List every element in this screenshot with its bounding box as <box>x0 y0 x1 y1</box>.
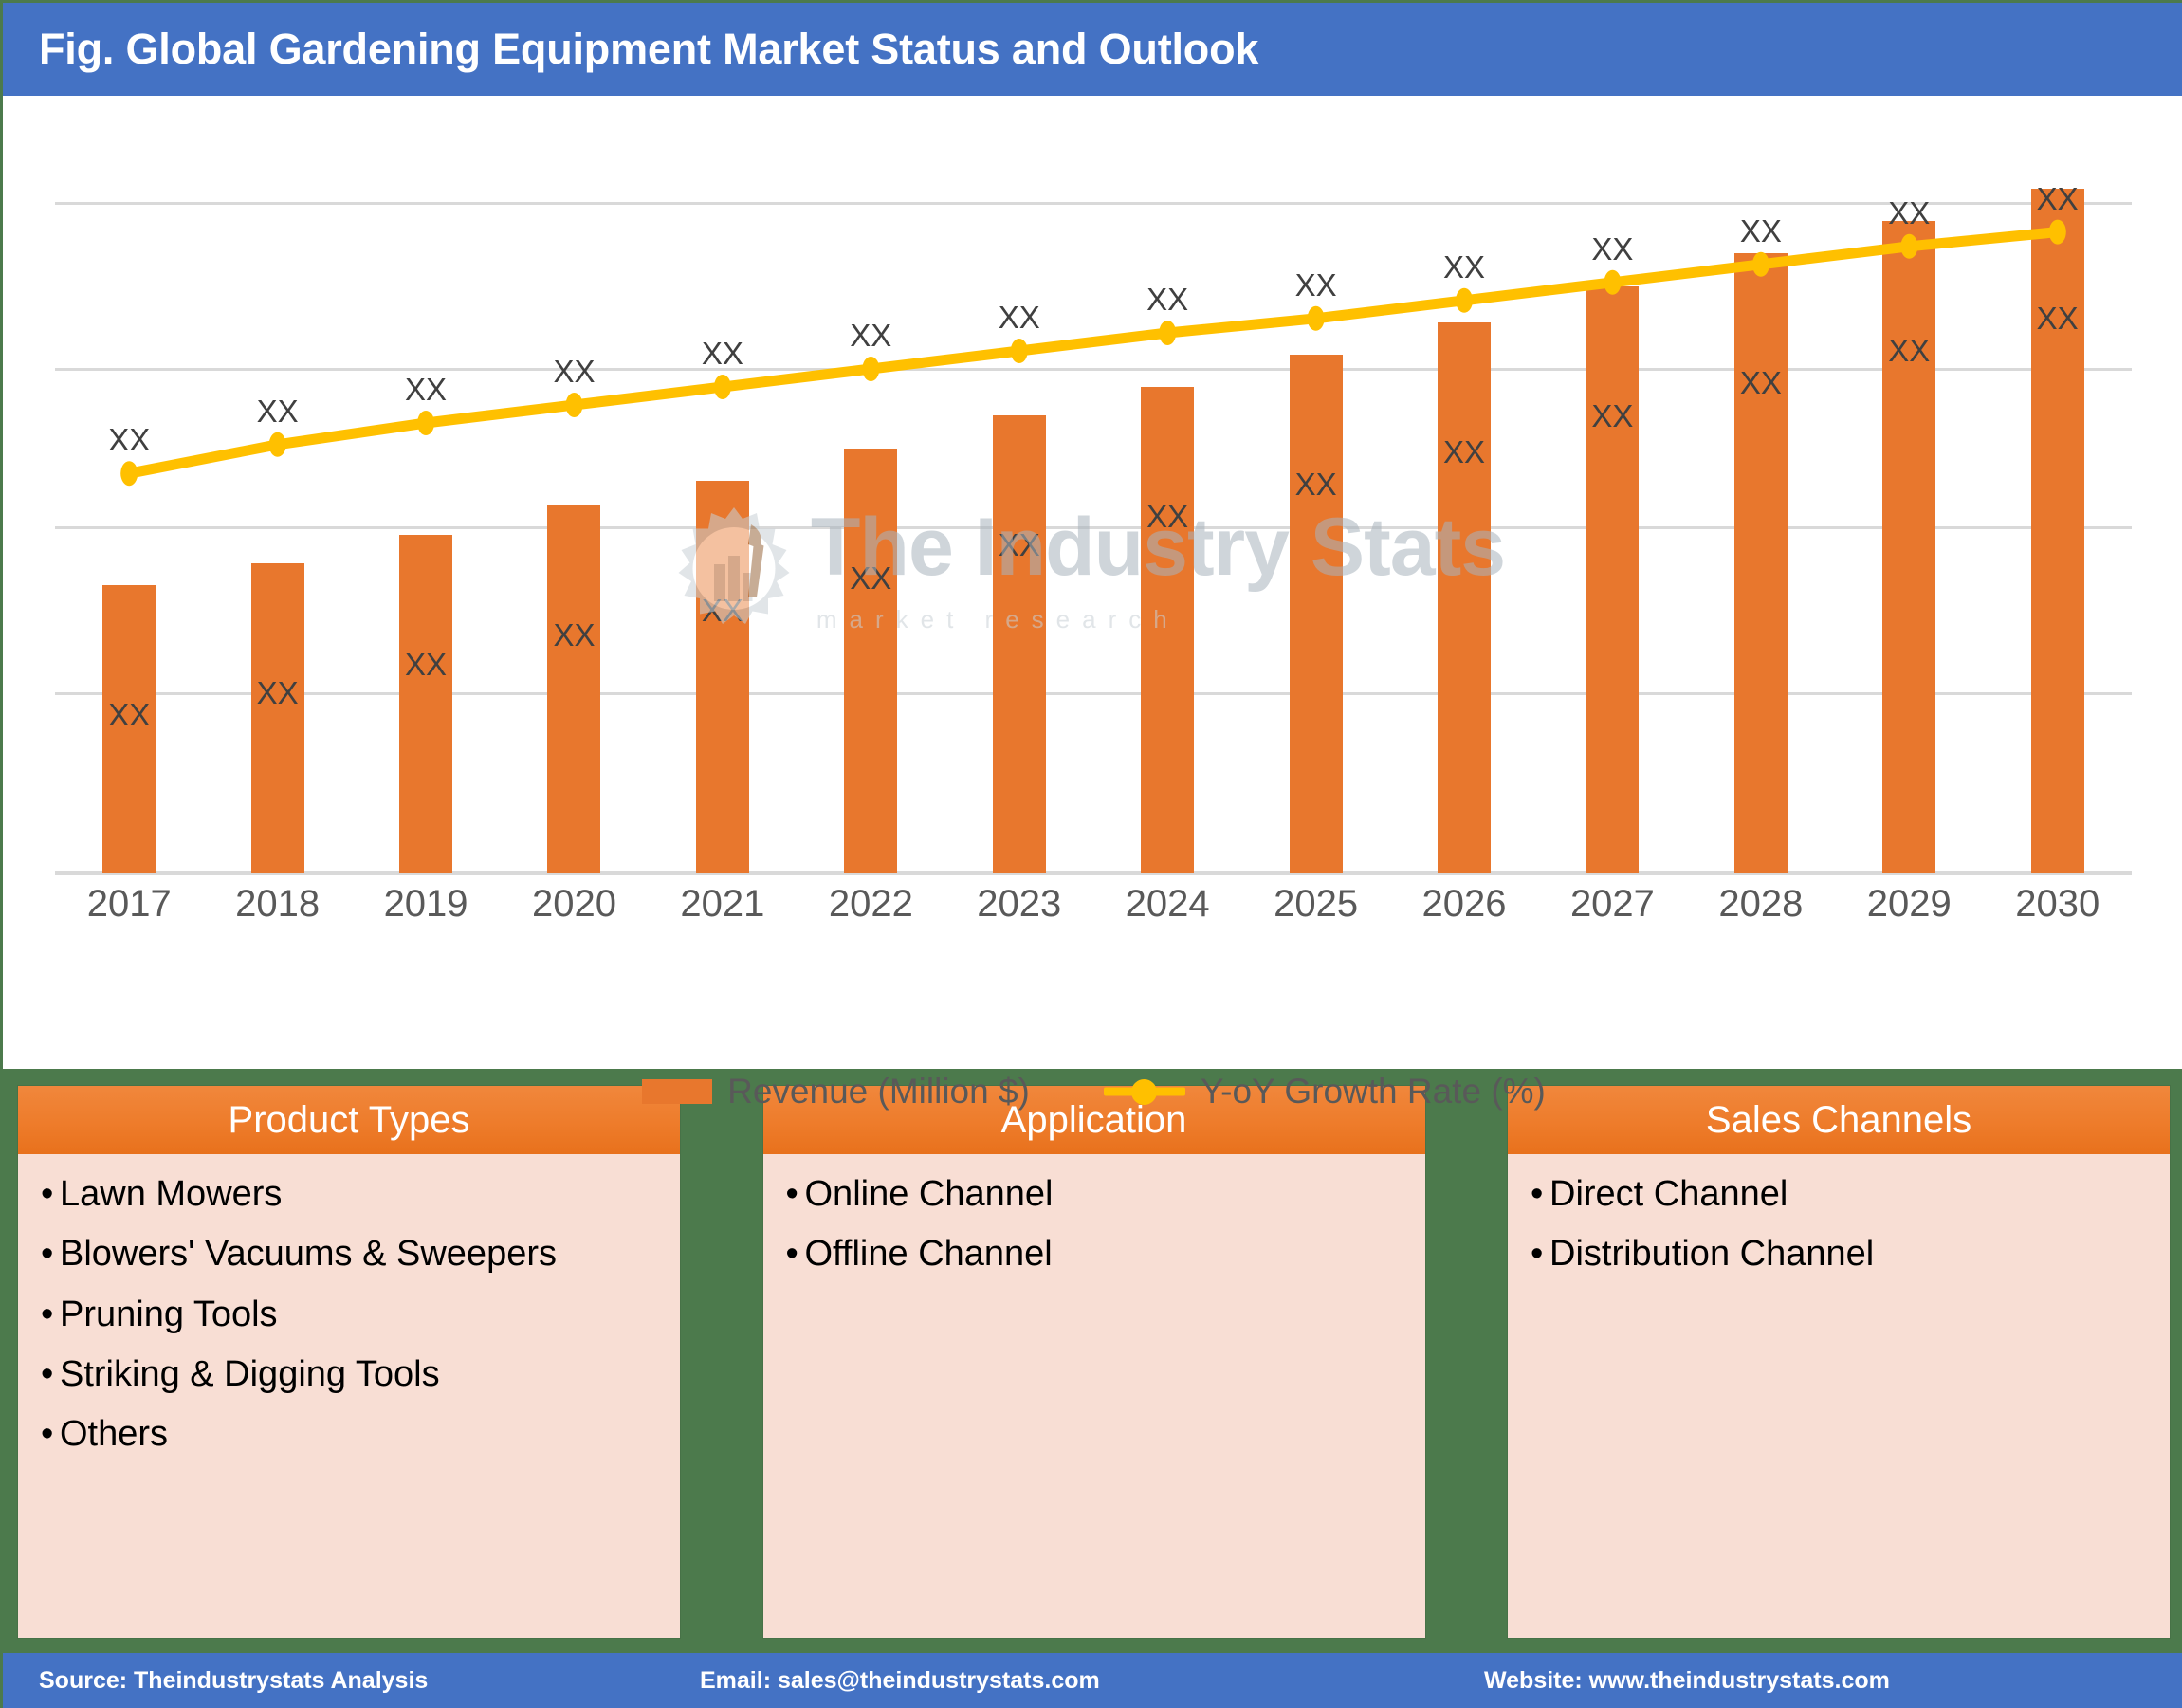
bullet-icon: • <box>1531 1174 1544 1214</box>
list-item-label: Blowers' Vacuums & Sweepers <box>60 1234 557 1275</box>
bullet-icon: • <box>41 1414 54 1455</box>
segment-panel-body: • Lawn Mowers • Blowers' Vacuums & Sweepers… <box>18 1154 680 1638</box>
line-label-slot: XX <box>1241 153 1389 873</box>
legend-item[interactable]: Revenue (Million $) <box>642 1072 1030 1111</box>
list-item-label: Distribution Channel <box>1549 1234 1875 1275</box>
x-axis-ticks: 2017 2018 2019 2020 2021 2022 2023 2024 2025 2026… <box>55 883 2132 940</box>
line-label-slot: XX <box>1093 153 1241 873</box>
list-item-label: Others <box>60 1414 169 1455</box>
list-item-label: Offline Channel <box>804 1234 1053 1275</box>
list-item: • Direct Channel <box>1531 1174 2147 1214</box>
x-axis-tick-label: 2021 <box>680 883 765 925</box>
line-label-slot: XX <box>55 153 203 873</box>
x-axis-tick-label: 2030 <box>2015 883 2100 925</box>
x-axis-tick-label: 2020 <box>531 883 616 925</box>
line-value-label: XX <box>2036 180 2079 216</box>
line-value-label: XX <box>850 318 892 353</box>
segments-band: Product Types • Lawn Mowers • Blowers' Vacuu… <box>3 1069 2182 1653</box>
list-item: • Lawn Mowers <box>41 1174 657 1214</box>
line-label-slot: XX <box>1983 153 2131 873</box>
segment-panel: Application • Online Channel • Offline Chann… <box>762 1086 1425 1638</box>
list-item: • Blowers' Vacuums & Sweepers <box>41 1234 657 1275</box>
line-value-label: XX <box>256 393 299 429</box>
bullet-icon: • <box>41 1294 54 1334</box>
line-value-label: XX <box>1591 230 1634 266</box>
line-value-label: XX <box>108 422 151 458</box>
line-label-slot: XX <box>1538 153 1686 873</box>
line-label-slot: XX <box>1390 153 1538 873</box>
list-item-label: Direct Channel <box>1549 1174 1788 1214</box>
x-axis-tick-label: 2027 <box>1569 883 1655 925</box>
segment-panel: Product Types • Lawn Mowers • Blowers' Vacuu… <box>18 1086 680 1638</box>
x-axis-tick-label: 2023 <box>977 883 1062 925</box>
line-value-label: XX <box>1294 266 1337 303</box>
x-axis-tick-label: 2018 <box>235 883 321 925</box>
bullet-icon: • <box>1531 1234 1544 1275</box>
list-item: • Striking & Digging Tools <box>41 1353 657 1394</box>
bullet-icon: • <box>41 1353 54 1394</box>
segment-panel-body: • Direct Channel • Distribution Channel <box>1508 1154 2170 1638</box>
line-label-slot: XX <box>649 153 797 873</box>
bullet-icon: • <box>785 1234 798 1275</box>
segment-panels: Product Types • Lawn Mowers • Blowers' Vacuu… <box>3 1069 2182 1653</box>
line-value-label: XX <box>1739 212 1782 248</box>
chart-card: The Industry Stats market research XX XX X… <box>3 96 2182 1111</box>
x-axis-tick-label: 2025 <box>1274 883 1359 925</box>
list-item-label: Lawn Mowers <box>60 1174 283 1214</box>
legend-line-icon <box>1104 1078 1185 1105</box>
list-item: • Distribution Channel <box>1531 1234 2147 1275</box>
line-label-slot: XX <box>1835 153 1983 873</box>
line-label-slot: XX <box>797 153 944 873</box>
x-axis-tick-label: 2028 <box>1718 883 1804 925</box>
legend-item[interactable]: Y-oY Growth Rate (%) <box>1104 1072 1546 1111</box>
line-value-label: XX <box>553 354 596 389</box>
line-label-slot: XX <box>1687 153 1835 873</box>
list-item-label: Pruning Tools <box>60 1294 278 1334</box>
line-label-slot: XX <box>945 153 1093 873</box>
list-item-label: Online Channel <box>804 1174 1054 1214</box>
list-item: • Pruning Tools <box>41 1295 657 1333</box>
line-label-slot: XX <box>500 153 648 873</box>
line-value-label: XX <box>405 372 448 407</box>
bullet-icon: • <box>41 1174 54 1214</box>
line-label-slot: XX <box>352 153 500 873</box>
footer-bar: Source: Theindustrystats Analysis Email:… <box>3 1653 2182 1708</box>
line-value-label: XX <box>998 300 1040 335</box>
line-value-label: XX <box>1888 194 1931 230</box>
list-item: • Online Channel <box>785 1174 1403 1214</box>
line-value-label: XX <box>701 336 743 371</box>
x-axis-tick-label: 2024 <box>1125 883 1210 925</box>
legend-swatch-icon <box>642 1079 713 1104</box>
line-value-label: XX <box>1146 282 1189 317</box>
list-item: • Others <box>41 1414 657 1455</box>
bullet-icon: • <box>41 1234 54 1275</box>
bullet-icon: • <box>785 1174 798 1214</box>
footer-email[interactable]: Email: sales@theindustrystats.com <box>700 1667 1100 1695</box>
chart-plot-area: The Industry Stats market research XX XX X… <box>55 153 2132 875</box>
x-axis-tick-label: 2029 <box>1866 883 1952 925</box>
x-axis-tick-label: 2022 <box>828 883 913 925</box>
segment-panel: Sales Channels • Direct Channel • Distributi… <box>1508 1086 2170 1638</box>
infographic-page: Fig. Global Gardening Equipment Market S… <box>0 0 2182 1708</box>
line-value-label: XX <box>1442 248 1486 285</box>
legend-label: Revenue (Million $) <box>727 1072 1030 1111</box>
x-axis-tick-label: 2026 <box>1421 883 1507 925</box>
legend-dot-icon <box>1131 1078 1158 1105</box>
list-item: • Offline Channel <box>785 1234 1403 1275</box>
footer-source: Source: Theindustrystats Analysis <box>39 1666 429 1694</box>
list-item-label: Striking & Digging Tools <box>60 1353 440 1394</box>
footer-website[interactable]: Website: www.theindustrystats.com <box>1484 1667 1890 1695</box>
segment-panel-body: • Online Channel • Offline Channel <box>762 1154 1425 1638</box>
x-axis-tick-label: 2017 <box>86 883 172 925</box>
line-data-labels: XX XX XX XX XX XX XX XX XX XX XX XX XX XX <box>55 153 2132 873</box>
legend-label: Y-oY Growth Rate (%) <box>1200 1072 1546 1111</box>
page-title: Fig. Global Gardening Equipment Market S… <box>39 25 1259 73</box>
header-bar: Fig. Global Gardening Equipment Market S… <box>3 3 2182 96</box>
chart-legend: Revenue (Million $) Y-oY Growth Rate (%) <box>3 1063 2182 1120</box>
line-label-slot: XX <box>203 153 351 873</box>
x-axis-tick-label: 2019 <box>383 883 468 925</box>
